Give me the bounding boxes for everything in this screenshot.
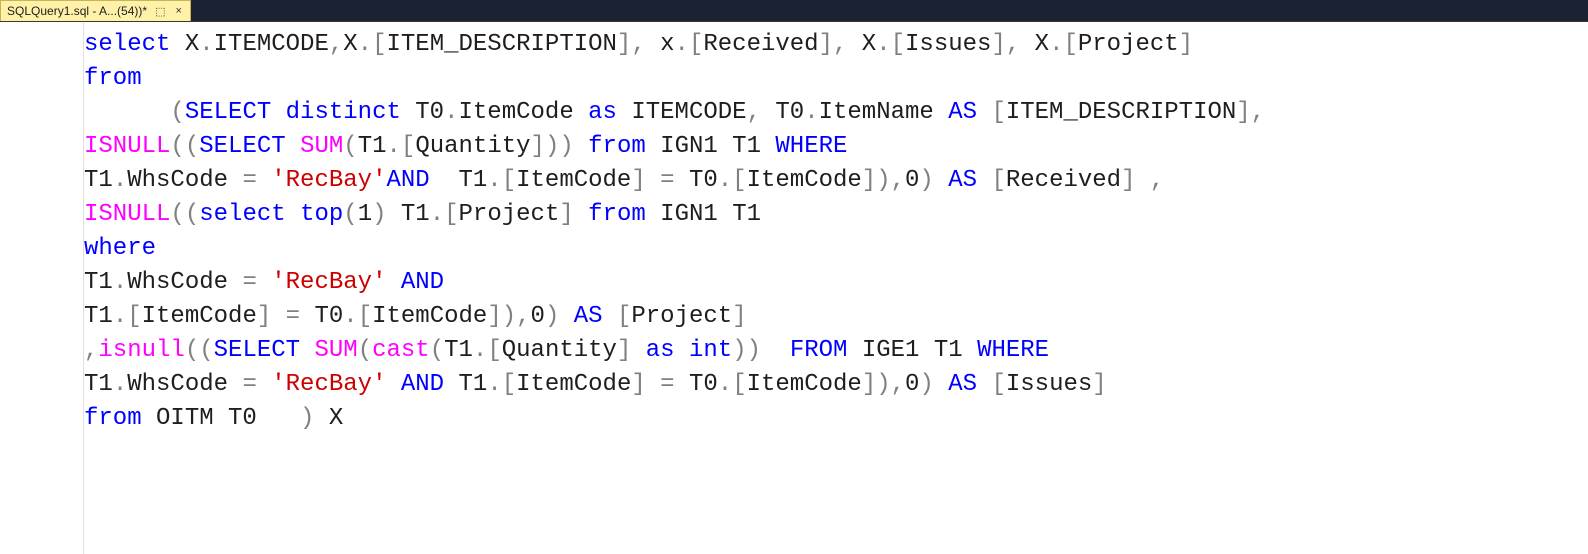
pin-icon[interactable]: ⬚	[153, 5, 167, 18]
tab-title: SQLQuery1.sql - A...(54))*	[7, 4, 147, 18]
close-icon[interactable]: ×	[173, 5, 183, 17]
code-text[interactable]: select X.ITEMCODE,X.[ITEM_DESCRIPTION], …	[84, 22, 1588, 554]
tab-bar: SQLQuery1.sql - A...(54))* ⬚ ×	[0, 0, 1588, 22]
gutter	[0, 22, 84, 554]
ssms-window: { "tab": { "title": "SQLQuery1.sql - A..…	[0, 0, 1588, 554]
file-tab[interactable]: SQLQuery1.sql - A...(54))* ⬚ ×	[0, 0, 191, 21]
editor-area[interactable]: select X.ITEMCODE,X.[ITEM_DESCRIPTION], …	[0, 22, 1588, 554]
